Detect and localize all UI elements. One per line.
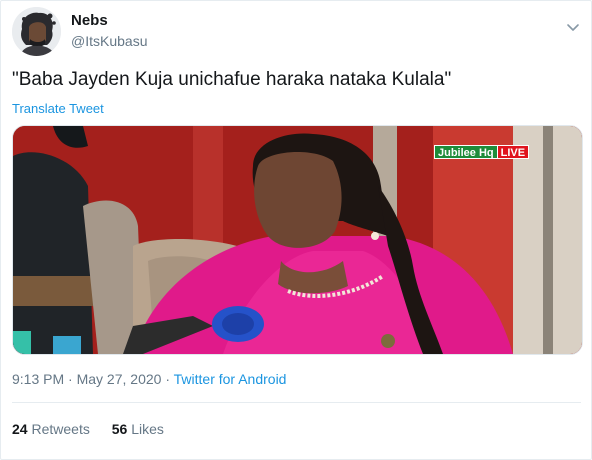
retweets-stat[interactable]: 24 Retweets	[12, 421, 90, 437]
channel-name: Jubilee Hq	[434, 145, 498, 159]
live-badge: LIVE	[497, 145, 530, 159]
avatar[interactable]	[12, 7, 61, 56]
tweet-meta: 9:13 PM · May 27, 2020 · Twitter for And…	[12, 371, 286, 387]
retweets-count: 24	[12, 421, 28, 437]
live-channel-bug: Jubilee Hq LIVE	[434, 145, 530, 159]
meta-separator: ·	[64, 371, 77, 387]
tweet-card: Nebs @ItsKubasu "Baba Jayden Kuja unicha…	[0, 0, 592, 460]
tweet-media-image[interactable]: Jubilee Hq LIVE	[12, 125, 583, 355]
display-name[interactable]: Nebs	[71, 12, 108, 29]
likes-count: 56	[111, 421, 128, 437]
avatar-illustration	[12, 7, 61, 56]
tweet-time[interactable]: 9:13 PM	[12, 371, 64, 387]
meta-separator-2: ·	[161, 371, 174, 387]
media-photo	[13, 126, 582, 354]
tweet-date[interactable]: May 27, 2020	[77, 371, 162, 387]
translate-tweet-link[interactable]: Translate Tweet	[12, 101, 104, 116]
likes-label: Likes	[131, 421, 164, 437]
tweet-source-link[interactable]: Twitter for Android	[174, 371, 287, 387]
chevron-down-icon[interactable]	[565, 19, 581, 35]
tweet-stats: 24 Retweets 56 Likes	[12, 421, 182, 437]
tweet-text: "Baba Jayden Kuja unichafue haraka natak…	[12, 69, 452, 90]
retweets-label: Retweets	[31, 421, 90, 437]
user-handle[interactable]: @ItsKubasu	[71, 33, 147, 49]
divider	[12, 402, 581, 403]
likes-stat[interactable]: 56 Likes	[112, 421, 164, 437]
